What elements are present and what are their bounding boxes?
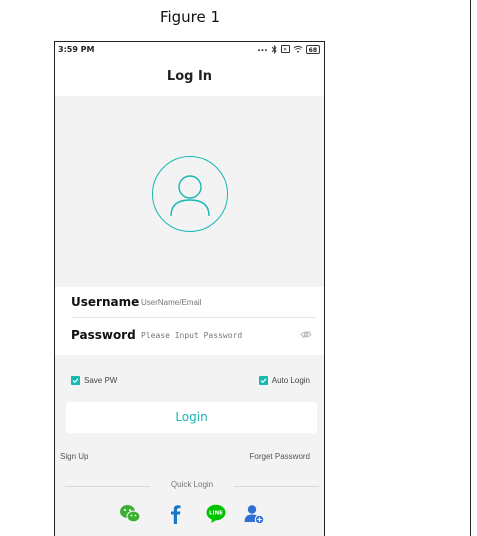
phone-screen: 3:59 PM ... ✕ 68 Log In Username Passwor… (54, 41, 325, 536)
line-icon-text: LINE (209, 511, 223, 517)
status-icons: ... ✕ 68 (257, 44, 320, 54)
auto-login-label: Auto Login (271, 376, 310, 385)
save-pw-label: Save PW (84, 376, 118, 385)
forget-password-link[interactable]: Forget Password (250, 452, 310, 461)
wechat-icon[interactable] (119, 503, 141, 525)
guest-user-icon[interactable] (243, 503, 265, 525)
auto-login-checkbox[interactable] (258, 376, 268, 385)
wifi-icon (293, 45, 302, 53)
signal-dots: ... (257, 44, 268, 54)
sign-up-link[interactable]: Sign Up (60, 452, 88, 461)
username-label: Username (71, 295, 140, 309)
save-pw-option[interactable]: Save PW (71, 376, 117, 385)
status-time: 3:59 PM (58, 45, 95, 54)
username-input[interactable] (141, 297, 291, 307)
bluetooth-icon (271, 44, 277, 54)
show-password-eye-icon[interactable] (300, 330, 312, 339)
divider-line-right (234, 486, 319, 487)
password-input[interactable] (141, 330, 291, 340)
login-form: Username Password (55, 287, 324, 355)
line-icon[interactable]: LINE (205, 503, 227, 525)
sim-icon: ✕ (280, 45, 290, 53)
quick-login-divider: Quick Login (65, 480, 319, 492)
figure-title: Figure 1 (159, 8, 221, 26)
facebook-icon[interactable] (165, 503, 187, 525)
username-row: Username (71, 287, 316, 318)
password-row: Password (71, 320, 316, 350)
status-bar: 3:59 PM ... ✕ 68 (55, 42, 324, 58)
password-label: Password (71, 328, 136, 342)
battery-icon: 68 (305, 44, 320, 54)
save-pw-checkbox[interactable] (71, 376, 80, 385)
quick-login-label: Quick Login (170, 480, 214, 489)
page-divider (470, 0, 471, 536)
user-avatar-icon (152, 156, 228, 232)
page-title: Log In (55, 58, 324, 96)
auto-login-option[interactable]: Auto Login (258, 376, 310, 385)
login-button[interactable]: Login (66, 402, 317, 433)
